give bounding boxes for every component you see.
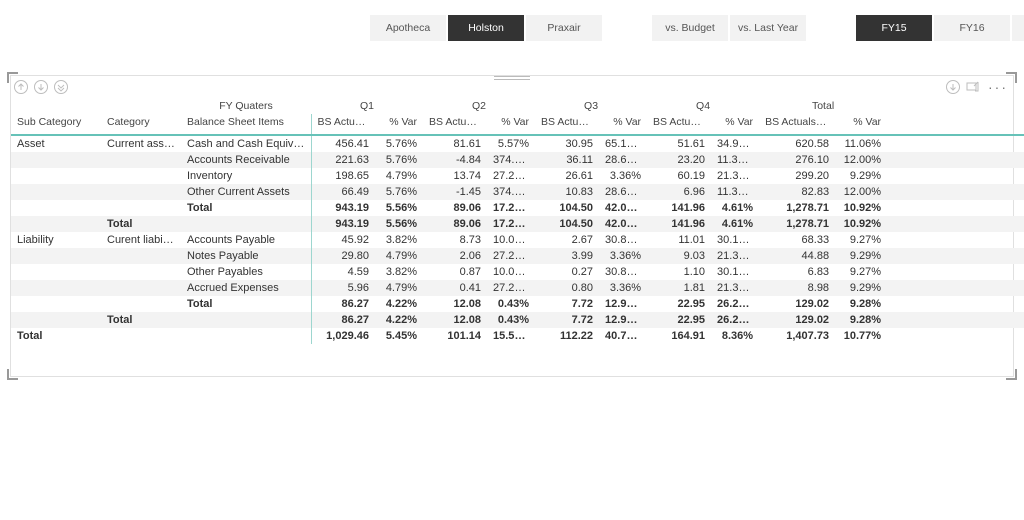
hdr-q2[interactable]: Q2 — [423, 98, 535, 114]
item-total-row[interactable]: Total943.195.56%89.0617.24%104.5042.06%1… — [11, 200, 1024, 216]
item-total-row[interactable]: Total86.274.22%12.080.43%7.7212.98%22.95… — [11, 296, 1024, 312]
table-row[interactable]: Other Payables4.593.82%0.8710.02%0.2730.… — [11, 264, 1024, 280]
hdr-q1[interactable]: Q1 — [311, 98, 423, 114]
drill-up-icon[interactable] — [13, 79, 29, 95]
focus-mode-icon[interactable] — [965, 79, 981, 95]
table-row[interactable]: Inventory198.654.79%13.7427.27%26.613.36… — [11, 168, 1024, 184]
hdr-subcat[interactable]: Sub Category — [11, 114, 101, 134]
drag-handle[interactable] — [494, 75, 530, 81]
slicer-fy: FY15FY16FY17 — [856, 15, 1024, 41]
category-total-row[interactable]: Total86.274.22%12.080.43%7.7212.98%22.95… — [11, 312, 1024, 328]
slicer-compare-vs-last-year[interactable]: vs. Last Year — [730, 15, 806, 41]
expand-all-icon[interactable] — [53, 79, 69, 95]
hdr-bsi[interactable]: Balance Sheet Items — [181, 114, 311, 134]
slicer-company-apotheca[interactable]: Apotheca — [370, 15, 446, 41]
hdr-cat[interactable]: Category — [101, 114, 181, 134]
category-total-row[interactable]: Total943.195.56%89.0617.24%104.5042.06%1… — [11, 216, 1024, 232]
slicer-company-praxair[interactable]: Praxair — [526, 15, 602, 41]
table-row[interactable]: Accrued Expenses5.964.79%0.4127.27%0.803… — [11, 280, 1024, 296]
slicer-company-holston[interactable]: Holston — [448, 15, 524, 41]
resize-handle-tr[interactable] — [1006, 72, 1017, 83]
hdr-q4[interactable]: Q4 — [647, 98, 759, 114]
hdr-fyquarters: FY Quaters — [181, 98, 311, 114]
resize-handle-bl[interactable] — [7, 369, 18, 380]
slicer-fy-fy16[interactable]: FY16 — [934, 15, 1010, 41]
matrix-body: AssetCurrent assetsCash and Cash Equival… — [11, 135, 1024, 344]
grand-total-row[interactable]: Total1,029.465.45%101.1415.54%112.2240.7… — [11, 328, 1024, 344]
slicer-fy-fy17[interactable]: FY17 — [1012, 15, 1024, 41]
table-row[interactable]: Other Current Assets66.495.76%-1.45374.7… — [11, 184, 1024, 200]
slicer-compare-vs-budget[interactable]: vs. Budget — [652, 15, 728, 41]
slicer-bar: ApothecaHolstonPraxair vs. Budgetvs. Las… — [0, 0, 1024, 61]
table-row[interactable]: Notes Payable29.804.79%2.0627.27%3.993.3… — [11, 248, 1024, 264]
table-row[interactable]: LiabilityCurent liabilityAccounts Payabl… — [11, 232, 1024, 248]
table-row[interactable]: AssetCurrent assetsCash and Cash Equival… — [11, 135, 1024, 152]
table-row[interactable]: Accounts Receivable221.635.76%-4.84374.7… — [11, 152, 1024, 168]
slicer-company: ApothecaHolstonPraxair — [370, 15, 602, 41]
matrix-visual: ··· FY Quaters Q1 Q2 Q3 Q4 Total Sub Cat… — [10, 75, 1014, 377]
slicer-compare: vs. Budgetvs. Last Year — [652, 15, 806, 41]
balance-sheet-matrix: FY Quaters Q1 Q2 Q3 Q4 Total Sub Categor… — [11, 98, 1024, 344]
hdr-total: Total — [759, 98, 887, 114]
hdr-q3[interactable]: Q3 — [535, 98, 647, 114]
drill-down-icon[interactable] — [33, 79, 49, 95]
resize-handle-br[interactable] — [1006, 369, 1017, 380]
slicer-fy-fy15[interactable]: FY15 — [856, 15, 932, 41]
export-icon[interactable] — [945, 79, 961, 95]
